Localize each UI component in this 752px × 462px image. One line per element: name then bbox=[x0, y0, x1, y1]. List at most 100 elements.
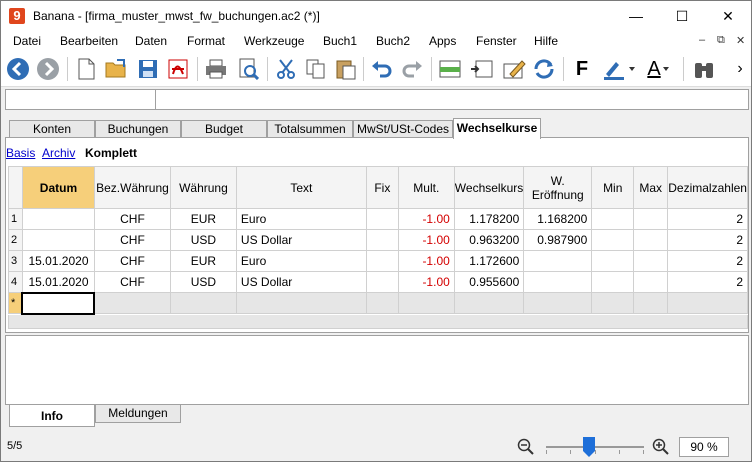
tab-budget[interactable]: Budget bbox=[181, 120, 267, 138]
cell-bez-waehrung[interactable]: CHF bbox=[93, 208, 171, 230]
zoom-slider-thumb[interactable] bbox=[583, 437, 595, 457]
cell-bez-waehrung[interactable]: CHF bbox=[93, 271, 171, 293]
menu-fenster[interactable]: Fenster bbox=[476, 34, 517, 48]
binoculars-icon[interactable] bbox=[691, 56, 717, 82]
empty-cell[interactable] bbox=[667, 292, 748, 314]
cut-icon[interactable] bbox=[273, 56, 299, 82]
cell-fix[interactable] bbox=[365, 271, 399, 293]
menu-buch1[interactable]: Buch1 bbox=[323, 34, 357, 48]
tab-buchungen[interactable]: Buchungen bbox=[95, 120, 181, 138]
print-icon[interactable] bbox=[203, 56, 229, 82]
cell-dezimalzahlen[interactable]: 2 bbox=[667, 208, 748, 230]
tab-konten[interactable]: Konten bbox=[9, 120, 95, 138]
empty-cell[interactable] bbox=[633, 292, 669, 314]
cell-min[interactable] bbox=[591, 229, 635, 251]
cell-min[interactable] bbox=[591, 208, 635, 230]
cell-fix[interactable] bbox=[365, 229, 399, 251]
menu-format[interactable]: Format bbox=[187, 34, 225, 48]
table-row[interactable]: 4 15.01.2020 CHF USD US Dollar -1.00 0.9… bbox=[8, 271, 748, 293]
back-icon[interactable] bbox=[5, 56, 31, 82]
cell-waehrung[interactable]: EUR bbox=[169, 250, 237, 272]
menu-daten[interactable]: Daten bbox=[135, 34, 167, 48]
recheck-icon[interactable] bbox=[531, 56, 557, 82]
close-button[interactable]: ✕ bbox=[705, 1, 751, 31]
cell-w-eroeffnung[interactable] bbox=[523, 250, 593, 272]
tab-info[interactable]: Info bbox=[9, 405, 95, 427]
new-file-icon[interactable] bbox=[73, 56, 99, 82]
paste-icon[interactable] bbox=[333, 56, 359, 82]
row-number[interactable]: 1 bbox=[8, 208, 23, 230]
cell-datum[interactable]: 15.01.2020 bbox=[21, 271, 95, 293]
menu-bearbeiten[interactable]: Bearbeiten bbox=[60, 34, 118, 48]
highlight-icon[interactable] bbox=[601, 56, 637, 82]
col-header-waehrung[interactable]: Währung bbox=[169, 166, 237, 209]
cell-dezimalzahlen[interactable]: 2 bbox=[667, 229, 748, 251]
redo-icon[interactable] bbox=[399, 56, 425, 82]
row-number[interactable]: 4 bbox=[8, 271, 23, 293]
view-archiv[interactable]: Archiv bbox=[42, 146, 75, 160]
cell-dezimalzahlen[interactable]: 2 bbox=[667, 250, 748, 272]
cell-max[interactable] bbox=[633, 271, 669, 293]
table-row[interactable]: 1 CHF EUR Euro -1.00 1.178200 1.168200 2 bbox=[8, 208, 748, 230]
empty-cell[interactable] bbox=[453, 292, 525, 314]
cell-wechselkurs[interactable]: 1.178200 bbox=[453, 208, 525, 230]
view-komplett[interactable]: Komplett bbox=[85, 146, 137, 160]
cell-text[interactable]: US Dollar bbox=[235, 229, 367, 251]
menu-apps[interactable]: Apps bbox=[429, 34, 456, 48]
mdi-close-button[interactable]: ✕ bbox=[736, 34, 745, 47]
cell-waehrung[interactable]: USD bbox=[169, 229, 237, 251]
table-row[interactable]: 2 CHF USD US Dollar -1.00 0.963200 0.987… bbox=[8, 229, 748, 251]
forward-icon[interactable] bbox=[35, 56, 61, 82]
col-header-dezimalzahlen[interactable]: Dezimalzahlen bbox=[667, 166, 748, 209]
cell-bez-waehrung[interactable]: CHF bbox=[93, 250, 171, 272]
col-header-mult[interactable]: Mult. bbox=[397, 166, 455, 209]
col-header-datum[interactable]: Datum bbox=[21, 166, 95, 209]
empty-cell[interactable] bbox=[93, 292, 171, 314]
col-header-min[interactable]: Min bbox=[591, 166, 635, 209]
new-row-marker[interactable]: * bbox=[8, 292, 23, 314]
current-cell[interactable] bbox=[21, 291, 96, 315]
col-header-fix[interactable]: Fix bbox=[365, 166, 399, 209]
cell-mult[interactable]: -1.00 bbox=[397, 229, 455, 251]
open-folder-icon[interactable] bbox=[103, 56, 129, 82]
cell-wechselkurs[interactable]: 0.963200 bbox=[453, 229, 525, 251]
mdi-restore-button[interactable]: ⧉ bbox=[717, 34, 725, 47]
font-color-icon[interactable]: A bbox=[641, 56, 677, 82]
col-header-text[interactable]: Text bbox=[235, 166, 367, 209]
new-row[interactable]: * bbox=[8, 291, 748, 315]
cell-w-eroeffnung[interactable]: 1.168200 bbox=[523, 208, 593, 230]
undo-icon[interactable] bbox=[369, 56, 395, 82]
zoom-slider-track[interactable] bbox=[546, 446, 644, 448]
cell-mult[interactable]: -1.00 bbox=[397, 250, 455, 272]
cell-bez-waehrung[interactable]: CHF bbox=[93, 229, 171, 251]
more-tools-icon[interactable]: › bbox=[733, 56, 747, 82]
tab-meldungen[interactable]: Meldungen bbox=[95, 405, 181, 423]
empty-cell[interactable] bbox=[397, 292, 455, 314]
tab-mwst-ust-codes[interactable]: MwSt/USt-Codes bbox=[353, 120, 453, 138]
cell-datum[interactable]: 15.01.2020 bbox=[21, 250, 95, 272]
cell-mult[interactable]: -1.00 bbox=[397, 271, 455, 293]
view-basis[interactable]: Basis bbox=[6, 146, 35, 160]
cell-dezimalzahlen[interactable]: 2 bbox=[667, 271, 748, 293]
table-row[interactable]: 3 15.01.2020 CHF EUR Euro -1.00 1.172600… bbox=[8, 250, 748, 272]
cell-w-eroeffnung[interactable]: 0.987900 bbox=[523, 229, 593, 251]
cell-waehrung[interactable]: EUR bbox=[169, 208, 237, 230]
empty-cell[interactable] bbox=[169, 292, 237, 314]
empty-cell[interactable] bbox=[365, 292, 399, 314]
minimize-button[interactable]: — bbox=[613, 1, 659, 31]
cell-max[interactable] bbox=[633, 250, 669, 272]
empty-cell[interactable] bbox=[523, 292, 593, 314]
zoom-out-icon[interactable] bbox=[517, 438, 535, 456]
bold-icon[interactable]: F bbox=[569, 56, 595, 82]
col-header-max[interactable]: Max bbox=[633, 166, 669, 209]
row-number[interactable]: 3 bbox=[8, 250, 23, 272]
pdf-icon[interactable] bbox=[165, 56, 191, 82]
save-icon[interactable] bbox=[135, 56, 161, 82]
col-header-wechselkurs[interactable]: Wechselkurs bbox=[453, 166, 525, 209]
col-header-w-eroeffnung[interactable]: W. Eröffnung bbox=[523, 166, 593, 209]
col-header-bez-waehrung[interactable]: Bez.Währung bbox=[93, 166, 171, 209]
cell-datum[interactable] bbox=[21, 229, 95, 251]
empty-cell[interactable] bbox=[591, 292, 635, 314]
cell-text[interactable]: Euro bbox=[235, 208, 367, 230]
row-number-header[interactable] bbox=[8, 166, 23, 209]
